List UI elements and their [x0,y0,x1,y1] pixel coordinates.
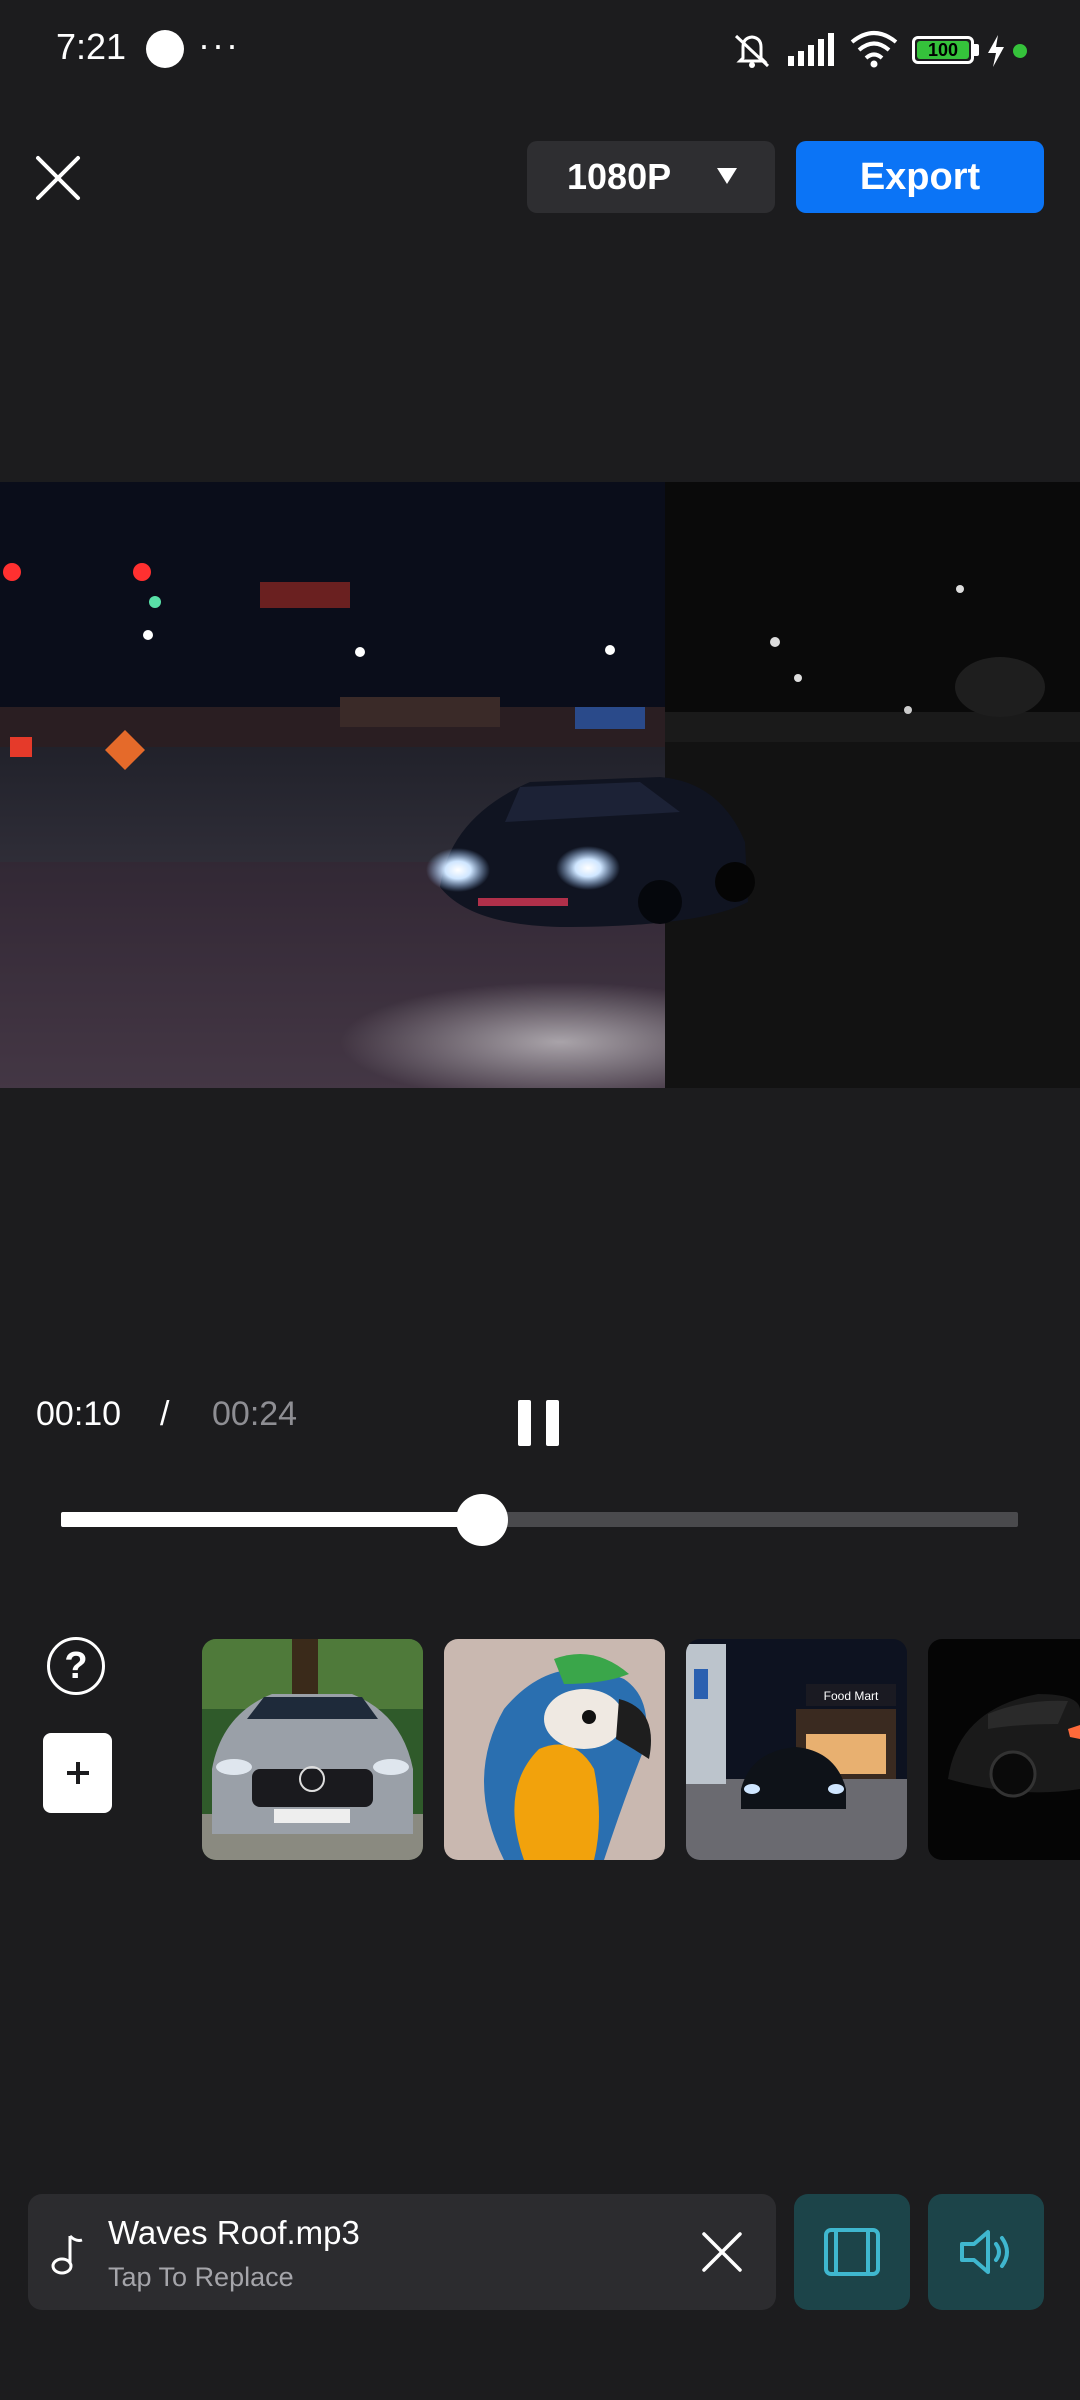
time-separator: / [160,1395,170,1433]
music-track-bar[interactable]: Waves Roof.mp3 Tap To Replace [28,2194,776,2310]
total-duration: 00:24 [212,1395,298,1433]
clip-image: Food Mart [686,1639,907,1860]
clip-image [202,1639,423,1860]
clip-thumbnail-black-car[interactable] [928,1639,1080,1860]
music-title: Waves Roof.mp3 [108,2214,360,2251]
pause-button[interactable] [518,1400,560,1446]
video-frame-image [0,482,1080,1088]
wifi-icon [850,31,898,68]
more-notifications-icon: ··· [198,24,240,65]
add-clip-button[interactable] [43,1733,112,1813]
app-notification-icon [146,30,184,68]
charging-icon [988,35,1004,67]
mute-icon [734,34,770,68]
clip-image [444,1639,665,1860]
export-button[interactable]: Export [796,141,1044,213]
volume-button[interactable] [928,2194,1044,2310]
current-time: 00:10 [36,1395,122,1433]
chevron-down-icon [717,168,737,184]
close-icon[interactable] [28,148,88,208]
signal-icon [788,33,834,66]
remove-music-icon[interactable] [700,2230,744,2274]
svg-text:Food Mart: Food Mart [824,1689,879,1703]
charging-indicator-dot [1013,44,1027,58]
resolution-dropdown[interactable]: 1080P [527,141,775,213]
clip-thumbnail-food-mart-car[interactable]: Food Mart [686,1639,907,1860]
pause-icon-bar [518,1400,531,1446]
battery-level: 100 [917,41,969,59]
seek-bar-progress [61,1512,483,1527]
seek-handle[interactable] [456,1494,509,1546]
battery-tip [974,44,979,56]
music-replace-hint[interactable]: Tap To Replace [108,2262,294,2293]
clip-image [928,1639,1080,1860]
pause-icon-bar [546,1400,559,1446]
speaker-icon [960,2230,1009,2274]
clip-thumbnail-parrot[interactable] [444,1639,665,1860]
aspect-ratio-icon [824,2228,880,2276]
battery-icon: 100 [912,36,974,64]
video-preview[interactable] [0,482,1080,1088]
status-time: 7:21 [56,26,127,67]
resolution-label: 1080P [567,156,672,197]
clip-thumbnail-car-amg[interactable] [202,1639,423,1860]
seek-bar[interactable] [61,1512,1018,1527]
music-note-icon [51,2234,83,2275]
aspect-ratio-button[interactable] [794,2194,910,2310]
help-button[interactable]: ? [47,1637,105,1695]
